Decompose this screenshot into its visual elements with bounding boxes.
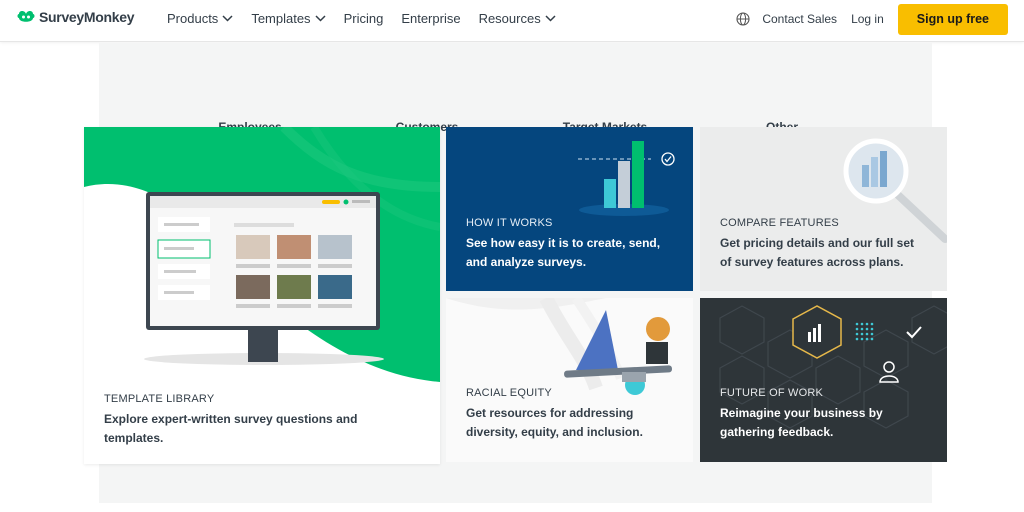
- contact-sales-link[interactable]: Contact Sales: [762, 12, 837, 26]
- card-description-line1: Get resources for addressing: [466, 406, 634, 420]
- card-description-line2: diversity, equity, and inclusion.: [466, 425, 643, 439]
- card-compare-features-text: COMPARE FEATURES Get pricing details and…: [720, 217, 914, 272]
- card-description-line1: Explore expert-written survey questions …: [104, 412, 358, 426]
- card-template-library[interactable]: TEMPLATE LIBRARY Explore expert-written …: [84, 127, 440, 464]
- card-racial-equity-text: RACIAL EQUITY Get resources for addressi…: [466, 387, 643, 442]
- nav-pricing-label: Pricing: [343, 11, 384, 26]
- card-description-line2: gathering feedback.: [720, 425, 834, 439]
- card-racial-equity[interactable]: RACIAL EQUITY Get resources for addressi…: [446, 298, 693, 462]
- card-eyebrow: TEMPLATE LIBRARY: [104, 393, 215, 405]
- card-description-line1: See how easy it is to create, send,: [466, 236, 661, 250]
- nav-resources-label: Resources: [478, 11, 541, 26]
- card-future-of-work[interactable]: FUTURE OF WORK Reimagine your business b…: [700, 298, 947, 462]
- card-description-line2: templates.: [104, 431, 164, 445]
- logo-text: SurveyMonkey: [39, 9, 135, 25]
- card-template-library-text: TEMPLATE LIBRARY Explore expert-written …: [104, 393, 357, 448]
- nav-enterprise[interactable]: Enterprise: [401, 11, 460, 26]
- sign-up-button[interactable]: Sign up free: [897, 3, 1008, 35]
- nav-products-label: Products: [167, 11, 219, 26]
- chevron-down-icon: [315, 15, 326, 22]
- card-eyebrow: RACIAL EQUITY: [466, 387, 552, 399]
- nav-templates-label: Templates: [251, 11, 311, 26]
- card-description-line2: and analyze surveys.: [466, 255, 587, 269]
- nav-enterprise-label: Enterprise: [401, 11, 461, 26]
- header-actions: Contact Sales Log in Sign up free: [736, 3, 1008, 35]
- card-future-of-work-text: FUTURE OF WORK Reimagine your business b…: [720, 387, 883, 442]
- surveymonkey-logo[interactable]: SurveyMonkey: [16, 8, 135, 26]
- card-how-it-works-text: HOW IT WORKS See how easy it is to creat…: [466, 217, 660, 272]
- monkey-logo-icon: [17, 11, 35, 22]
- card-description-line1: Get pricing details and our full set: [720, 236, 915, 250]
- globe-icon[interactable]: [736, 12, 750, 26]
- login-link[interactable]: Log in: [851, 12, 884, 26]
- nav-templates[interactable]: Templates: [251, 11, 326, 26]
- template-library-illustration: [84, 127, 440, 382]
- card-eyebrow: HOW IT WORKS: [466, 217, 553, 229]
- card-eyebrow: FUTURE OF WORK: [720, 387, 824, 399]
- chevron-down-icon: [222, 15, 233, 22]
- nav-resources[interactable]: Resources: [479, 11, 556, 26]
- card-description-line2: of survey features across plans.: [720, 255, 904, 269]
- top-navigation-bar: SurveyMonkey Products Templates Pricing …: [0, 0, 1024, 42]
- card-compare-features[interactable]: COMPARE FEATURES Get pricing details and…: [700, 127, 947, 291]
- chevron-down-icon: [545, 15, 556, 22]
- card-eyebrow: COMPARE FEATURES: [720, 217, 839, 229]
- main-nav: Products Templates Pricing Enterprise Re…: [167, 11, 574, 26]
- card-description-line1: Reimagine your business by: [720, 406, 883, 420]
- nav-pricing[interactable]: Pricing: [344, 11, 384, 26]
- card-how-it-works[interactable]: HOW IT WORKS See how easy it is to creat…: [446, 127, 693, 291]
- nav-products[interactable]: Products: [167, 11, 233, 26]
